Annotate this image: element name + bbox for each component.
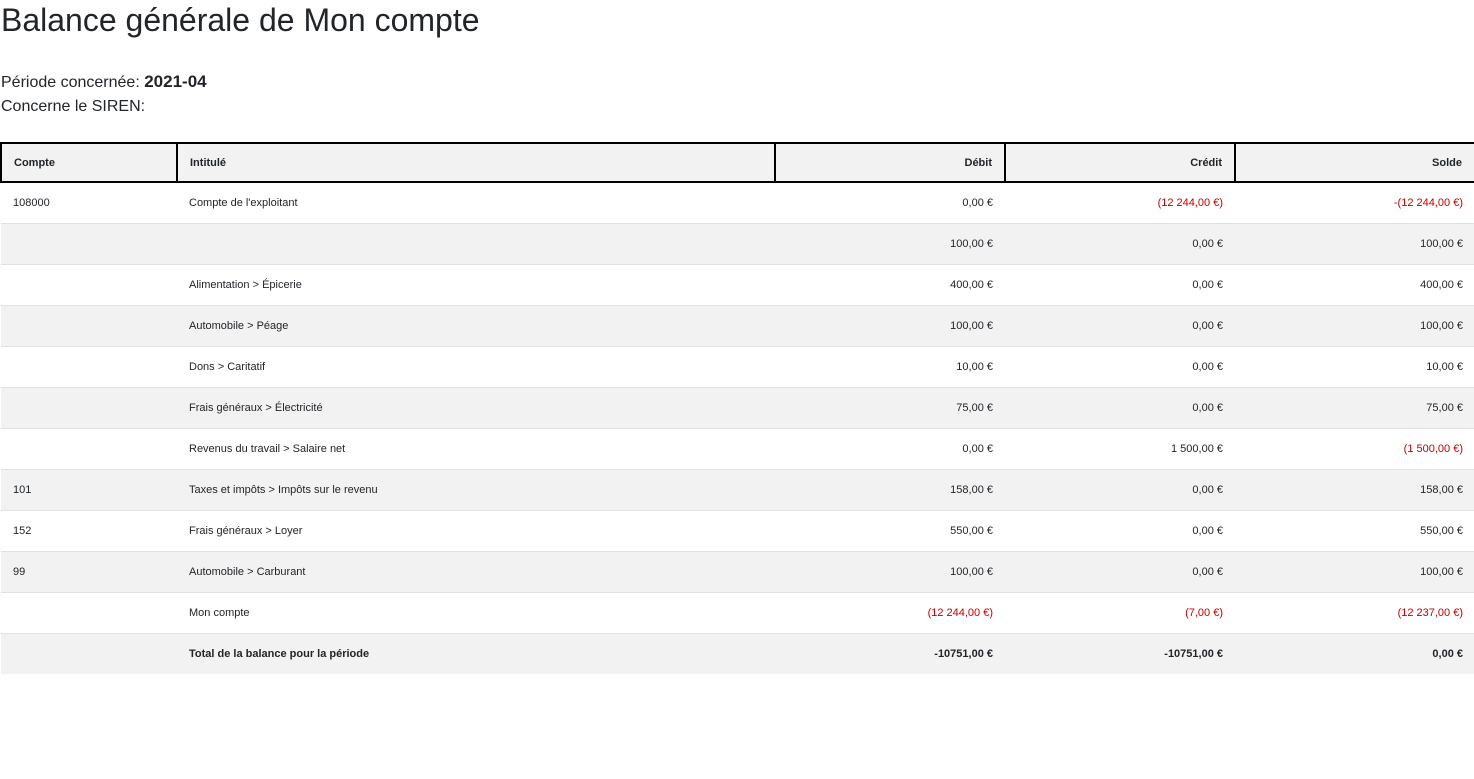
period-value: 2021-04 (144, 72, 207, 91)
cell-debit: 75,00 € (775, 387, 1005, 429)
cell-intitule: Total de la balance pour la période (177, 633, 775, 674)
cell-debit: 400,00 € (775, 264, 1005, 306)
cell-solde: (12 237,00 €) (1235, 592, 1474, 634)
cell-intitule: Revenus du travail > Salaire net (177, 428, 775, 470)
page-title: Balance générale de Mon compte (1, 2, 480, 38)
cell-debit: 0,00 € (775, 182, 1005, 224)
column-header-intitule: Intitulé (176, 142, 776, 183)
cell-debit: 100,00 € (775, 551, 1005, 593)
page: Balance générale de Mon compte Période c… (0, 0, 1474, 779)
column-header-solde: Solde (1234, 142, 1474, 183)
cell-credit: 0,00 € (1005, 305, 1235, 347)
cell-credit: 0,00 € (1005, 264, 1235, 306)
table-row: 101 Taxes et impôts > Impôts sur le reven… (1, 469, 1474, 511)
cell-intitule: Mon compte (177, 592, 775, 634)
cell-compte (1, 387, 177, 429)
cell-compte: 108000 (1, 182, 177, 224)
cell-intitule: Compte de l'exploitant (177, 182, 775, 224)
cell-debit: 550,00 € (775, 510, 1005, 552)
table-body: 108000 Compte de l'exploitant 0,00 € (12 24… (1, 182, 1474, 674)
table-row: 152 Frais généraux > Loyer 550,00 €0,00 €5… (1, 510, 1474, 552)
cell-debit: 100,00 € (775, 305, 1005, 347)
cell-credit: 0,00 € (1005, 387, 1235, 429)
column-header-compte: Compte (0, 142, 178, 183)
cell-intitule: Automobile > Péage (177, 305, 775, 347)
total-row: Total de la balance pour la période -1075… (1, 633, 1474, 674)
cell-solde: 400,00 € (1235, 264, 1474, 306)
cell-solde: 100,00 € (1235, 305, 1474, 347)
table-row: Alimentation > Épicerie 400,00 €0,00 €400… (1, 264, 1474, 306)
cell-compte: 101 (1, 469, 177, 511)
cell-intitule: Alimentation > Épicerie (177, 264, 775, 306)
siren-label: Concerne le SIREN: (1, 98, 146, 115)
table-header: Compte Intitulé Débit Crédit Solde (0, 142, 1474, 183)
cell-debit: 0,00 € (775, 428, 1005, 470)
siren-line: Concerne le SIREN: (1, 95, 207, 119)
balance-table: Compte Intitulé Débit Crédit Solde 10800… (0, 142, 1474, 674)
cell-solde: 10,00 € (1235, 346, 1474, 388)
column-header-credit: Crédit (1004, 142, 1236, 183)
cell-credit: (7,00 €) (1005, 592, 1235, 634)
cell-compte (1, 223, 177, 265)
table-row: Automobile > Péage 100,00 €0,00 €100,00 € (1, 305, 1474, 347)
cell-credit: (12 244,00 €) (1005, 182, 1235, 224)
cell-compte: 99 (1, 551, 177, 593)
cell-solde: (1 500,00 €) (1235, 428, 1474, 470)
cell-debit: 100,00 € (775, 223, 1005, 265)
cell-compte: 152 (1, 510, 177, 552)
cell-solde: 100,00 € (1235, 551, 1474, 593)
cell-solde: 0,00 € (1235, 633, 1474, 674)
cell-compte (1, 592, 177, 634)
period-line: Période concernée: 2021-04 (1, 70, 207, 95)
cell-debit: 158,00 € (775, 469, 1005, 511)
cell-compte (1, 633, 177, 674)
table-row: Dons > Caritatif 10,00 €0,00 €10,00 € (1, 346, 1474, 388)
table-row: 99 Automobile > Carburant 100,00 €0,00 €10… (1, 551, 1474, 593)
cell-intitule: Frais généraux > Électricité (177, 387, 775, 429)
cell-debit: 10,00 € (775, 346, 1005, 388)
cell-intitule: Automobile > Carburant (177, 551, 775, 593)
cell-intitule (177, 223, 775, 265)
report-meta: Période concernée: 2021-04 Concerne le S… (1, 70, 207, 119)
table-row: 100,00 €0,00 €100,00 € (1, 223, 1474, 265)
cell-compte (1, 264, 177, 306)
cell-compte (1, 305, 177, 347)
cell-solde: 550,00 € (1235, 510, 1474, 552)
cell-intitule: Dons > Caritatif (177, 346, 775, 388)
cell-credit: 0,00 € (1005, 223, 1235, 265)
cell-credit: 0,00 € (1005, 551, 1235, 593)
cell-solde: 100,00 € (1235, 223, 1474, 265)
header-row: Compte Intitulé Débit Crédit Solde (0, 142, 1474, 183)
cell-solde: 158,00 € (1235, 469, 1474, 511)
cell-credit: -10751,00 € (1005, 633, 1235, 674)
table-row: 108000 Compte de l'exploitant 0,00 € (12 24… (1, 182, 1474, 224)
table-row: Frais généraux > Électricité 75,00 €0,00 … (1, 387, 1474, 429)
cell-credit: 0,00 € (1005, 469, 1235, 511)
period-label: Période concernée: (1, 74, 140, 91)
cell-intitule: Frais généraux > Loyer (177, 510, 775, 552)
cell-solde: 75,00 € (1235, 387, 1474, 429)
cell-debit: -10751,00 € (775, 633, 1005, 674)
table-row: Revenus du travail > Salaire net 0,00 €1 … (1, 428, 1474, 470)
table-row: Mon compte (12 244,00 €) (7,00 €) (12 237,0… (1, 592, 1474, 634)
cell-credit: 0,00 € (1005, 346, 1235, 388)
cell-credit: 1 500,00 € (1005, 428, 1235, 470)
cell-intitule: Taxes et impôts > Impôts sur le revenu (177, 469, 775, 511)
cell-credit: 0,00 € (1005, 510, 1235, 552)
cell-debit: (12 244,00 €) (775, 592, 1005, 634)
cell-solde: -(12 244,00 €) (1235, 182, 1474, 224)
column-header-debit: Débit (774, 142, 1006, 183)
cell-compte (1, 428, 177, 470)
cell-compte (1, 346, 177, 388)
